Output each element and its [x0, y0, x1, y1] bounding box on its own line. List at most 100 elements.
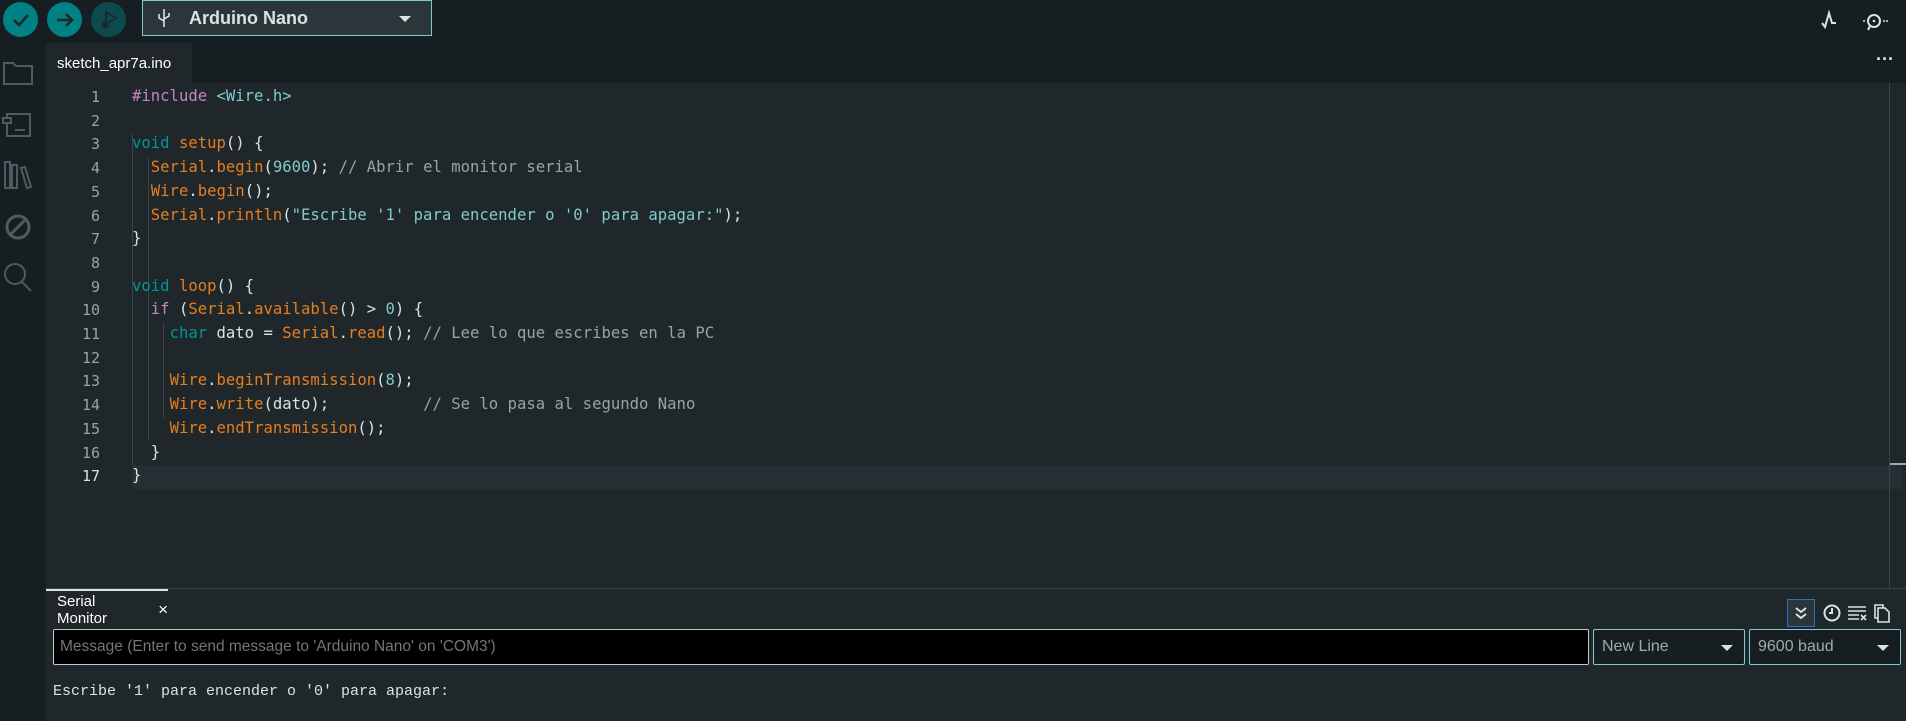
clear-output-button[interactable] — [1844, 600, 1870, 626]
code-line[interactable]: Wire.begin(); — [132, 182, 273, 200]
code-token: } — [132, 229, 142, 248]
code-token: ); — [394, 371, 414, 390]
code-token: ( — [376, 371, 386, 390]
code-line[interactable]: Wire.write(dato); // Se lo pasa al segun… — [132, 395, 696, 414]
serial-monitor-panel: Serial Monitor × New Line 9600 baud Escr… — [46, 588, 1906, 721]
code-token: // Lee lo que escribes en la PC — [423, 324, 715, 342]
code-token: #include — [132, 87, 217, 105]
code-token: . — [338, 324, 348, 342]
code-token: Serial — [150, 158, 208, 177]
code-line[interactable]: void setup() { — [132, 134, 263, 152]
line-number: 15 — [81, 419, 100, 438]
code-token: ( — [263, 158, 273, 177]
serial-output: Escribe '1' para encender o '0' para apa… — [53, 683, 450, 700]
code-token: write — [216, 395, 264, 414]
library-manager-button[interactable] — [0, 157, 36, 193]
board-selector[interactable]: Arduino Nano — [142, 0, 432, 36]
code-token: Wire — [169, 418, 208, 437]
code-token: loop — [178, 276, 217, 295]
serial-plotter-button[interactable] — [1815, 5, 1845, 35]
line-number: 3 — [90, 135, 100, 154]
code-token: <Wire.h> — [216, 87, 292, 105]
code-editor[interactable]: 1 #include <Wire.h> 2 3 void setup() {4 Seri… — [46, 83, 1906, 588]
serial-monitor-button[interactable] — [1856, 5, 1892, 35]
debug-button[interactable] — [91, 2, 126, 37]
code-line[interactable]: #include <Wire.h> — [132, 87, 292, 105]
code-line[interactable]: void loop() { — [132, 277, 254, 295]
code-token: } — [132, 442, 161, 461]
debug-panel-button[interactable] — [0, 209, 36, 245]
message-input[interactable] — [53, 629, 1589, 665]
code-line[interactable]: } — [132, 466, 141, 484]
code-token: (dato); — [263, 395, 424, 414]
code-line[interactable]: Wire.beginTransmission(8); — [132, 371, 414, 389]
line-number: 8 — [90, 253, 100, 272]
code-token: ); — [310, 158, 339, 177]
code-token: // Abrir el monitor serial — [338, 158, 583, 177]
code-token: // Se lo pasa al segundo Nano — [423, 395, 696, 414]
code-token: (); — [385, 324, 424, 342]
code-token: ( — [282, 205, 292, 224]
code-token: Wire — [169, 371, 208, 390]
line-number: 7 — [90, 230, 100, 249]
baud-rate-select[interactable]: 9600 baud — [1749, 629, 1901, 665]
line-ending-value: New Line — [1602, 638, 1669, 655]
copy-output-button[interactable] — [1869, 600, 1895, 626]
upload-button[interactable] — [47, 2, 82, 37]
code-token: . — [207, 371, 217, 390]
code-token: () { — [216, 276, 255, 295]
line-ending-select[interactable]: New Line — [1593, 629, 1745, 665]
code-line[interactable]: } — [132, 229, 141, 247]
autoscroll-toggle[interactable] — [1787, 599, 1815, 627]
chevrons-down-icon — [1795, 607, 1807, 620]
code-token: ( — [169, 300, 189, 319]
code-token: Serial — [150, 205, 208, 224]
code-line[interactable]: char dato = Serial.read(); // Lee lo que… — [132, 324, 715, 342]
line-number: 12 — [81, 348, 100, 367]
scrollbar-track[interactable] — [1889, 83, 1890, 588]
line-number: 4 — [90, 159, 100, 178]
search-button[interactable] — [0, 259, 36, 295]
no-entry-icon — [5, 214, 31, 240]
code-token: read — [347, 324, 386, 342]
serial-monitor-title: Serial Monitor — [57, 593, 108, 627]
scrollbar-thumb[interactable] — [1890, 463, 1906, 465]
tab-sketch[interactable]: sketch_apr7a.ino — [46, 43, 192, 83]
code-token: setup — [178, 134, 226, 153]
usb-icon — [158, 9, 170, 27]
line-number: 13 — [81, 372, 100, 391]
verify-button[interactable] — [3, 2, 38, 37]
copy-icon — [1874, 604, 1890, 623]
code-token: begin — [216, 158, 264, 177]
line-number: 9 — [90, 277, 100, 296]
tab-label: sketch_apr7a.ino — [57, 54, 172, 72]
folder-icon — [3, 62, 33, 85]
plotter-icon — [1821, 9, 1836, 30]
toolbar: Arduino Nano — [0, 0, 1906, 43]
clear-icon — [1848, 606, 1867, 621]
more-tabs-button[interactable]: ··· — [1876, 49, 1894, 70]
search-icon — [4, 263, 32, 292]
chevron-down-icon — [399, 16, 411, 22]
sketchbook-button[interactable] — [0, 55, 36, 91]
code-line[interactable]: if (Serial.available() > 0) { — [132, 300, 423, 318]
close-icon[interactable]: × — [158, 600, 168, 620]
code-token: 8 — [385, 371, 395, 390]
code-token: 9600 — [272, 158, 311, 177]
tab-serial-monitor[interactable]: Serial Monitor × — [46, 589, 168, 629]
code-line[interactable]: Serial.println("Escribe '1' para encende… — [132, 206, 742, 224]
code-token: Wire — [169, 395, 208, 414]
code-line[interactable]: } — [132, 443, 160, 461]
code-token: . — [207, 395, 217, 414]
code-line[interactable]: Wire.endTransmission(); — [132, 419, 386, 437]
code-line[interactable]: Serial.begin(9600); // Abrir el monitor … — [132, 158, 583, 176]
clock-icon — [1823, 604, 1841, 622]
code-token: available — [254, 300, 339, 319]
boards-manager-button[interactable] — [0, 107, 36, 143]
timestamp-toggle[interactable] — [1819, 600, 1845, 626]
